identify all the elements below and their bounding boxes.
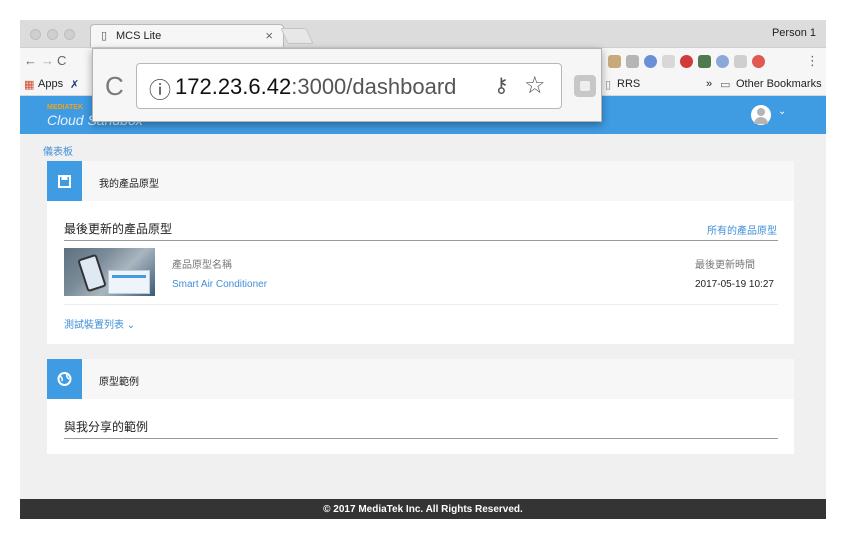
extension-icon-1[interactable]	[608, 55, 621, 68]
divider	[64, 438, 778, 439]
examples-card: 原型範例 與我分享的範例	[47, 359, 794, 454]
section-title: 與我分享的範例	[64, 420, 149, 434]
bookmark-apps[interactable]: Apps	[38, 78, 63, 90]
extension-icon-4[interactable]	[698, 55, 711, 68]
prototypes-card: 我的產品原型 最後更新的產品原型 所有的產品原型 產品原型名稱 最後更新時間 S…	[47, 161, 794, 344]
profile-button[interactable]: Person 1	[772, 27, 816, 39]
save-icon	[58, 175, 71, 188]
extension-icon-5[interactable]	[716, 55, 729, 68]
url-text[interactable]: 172.23.6.42:3000/dashboard	[175, 74, 456, 100]
all-prototypes-link[interactable]: 所有的產品原型	[707, 222, 777, 237]
avatar[interactable]	[751, 105, 771, 125]
pinterest-icon[interactable]	[680, 55, 693, 68]
omnibox-zoom: C ⓘ 172.23.6.42:3000/dashboard ⚷ ☆	[92, 48, 602, 122]
prototype-thumbnail[interactable]	[64, 248, 155, 296]
dashboard-illustration	[108, 270, 150, 294]
window-minimize-dot[interactable]	[47, 29, 58, 40]
card-header: 原型範例	[47, 359, 794, 399]
window-close-dot[interactable]	[30, 29, 41, 40]
globe-icon	[57, 372, 72, 386]
bookmarks-overflow[interactable]: »	[706, 78, 712, 90]
column-header-updated: 最後更新時間	[695, 260, 755, 271]
card-header: 我的產品原型	[47, 161, 794, 201]
browser-tab-strip: ▯ MCS Lite × Person 1	[20, 20, 826, 47]
row-divider	[64, 304, 778, 305]
section-title: 最後更新的產品原型	[64, 222, 173, 236]
info-icon[interactable]: ⓘ	[149, 73, 171, 105]
card-title: 原型範例	[99, 377, 139, 388]
column-header-name: 產品原型名稱	[172, 260, 232, 271]
copyright-text: © 2017 MediaTek Inc. All Rights Reserved…	[323, 504, 523, 515]
url-host: 172.23.6.42	[175, 74, 292, 99]
back-arrow-icon[interactable]: ←	[24, 53, 37, 68]
camera-icon[interactable]	[626, 55, 639, 68]
divider	[64, 240, 778, 241]
bookmark-tool-icon[interactable]: ✗	[70, 78, 79, 91]
screen: ▯ MCS Lite × Person 1 ← → C ⋮ ▦ Apps ✗ ▯…	[0, 0, 844, 540]
url-path: :3000/dashboard	[291, 74, 457, 99]
reload-icon[interactable]: C	[105, 71, 124, 102]
brand-company: MEDIATEK	[47, 104, 84, 111]
menu-dots-icon[interactable]: ⋮	[806, 53, 819, 69]
card-header-icon-box	[47, 359, 82, 399]
card-title: 我的產品原型	[99, 179, 159, 190]
device-list-toggle[interactable]: 測試裝置列表 ⌄	[64, 316, 135, 331]
star-icon[interactable]: ☆	[524, 71, 546, 100]
prototype-name-link[interactable]: Smart Air Conditioner	[172, 279, 267, 290]
reload-icon[interactable]: C	[57, 53, 66, 68]
bookmark-page-icon: ▯	[605, 79, 612, 91]
tab-title: MCS Lite	[116, 30, 162, 42]
footer: © 2017 MediaTek Inc. All Rights Reserved…	[20, 499, 826, 519]
extension-icon-3[interactable]	[662, 55, 675, 68]
bookmark-other[interactable]: Other Bookmarks	[736, 78, 822, 90]
device-list-label: 測試裝置列表	[64, 320, 124, 331]
new-tab-button[interactable]	[280, 28, 314, 44]
chevron-down-icon[interactable]: ⌄	[778, 106, 786, 117]
key-icon[interactable]: ⚷	[494, 73, 509, 98]
chevron-down-icon: ⌄	[126, 320, 136, 331]
extension-icon[interactable]	[574, 75, 596, 97]
card-header-icon-box	[47, 161, 82, 201]
extension-icon-7[interactable]	[752, 55, 765, 68]
forward-arrow-icon[interactable]: →	[41, 53, 54, 68]
phone-illustration	[77, 253, 107, 293]
browser-tab[interactable]: ▯ MCS Lite ×	[90, 24, 284, 47]
extension-icon-6[interactable]	[734, 55, 747, 68]
apps-grid-icon: ▦	[24, 79, 35, 91]
folder-icon: ▭	[720, 79, 731, 91]
address-bar[interactable]: ⓘ 172.23.6.42:3000/dashboard ⚷ ☆	[136, 63, 562, 109]
tab-close-icon[interactable]: ×	[265, 28, 273, 43]
page-icon: ▯	[101, 30, 108, 42]
bookmark-rrs[interactable]: RRS	[617, 78, 640, 90]
extension-icon-2[interactable]	[644, 55, 657, 68]
prototype-updated-time: 2017-05-19 10:27	[695, 279, 774, 290]
window-maximize-dot[interactable]	[64, 29, 75, 40]
breadcrumb[interactable]: 儀表板	[43, 143, 73, 158]
